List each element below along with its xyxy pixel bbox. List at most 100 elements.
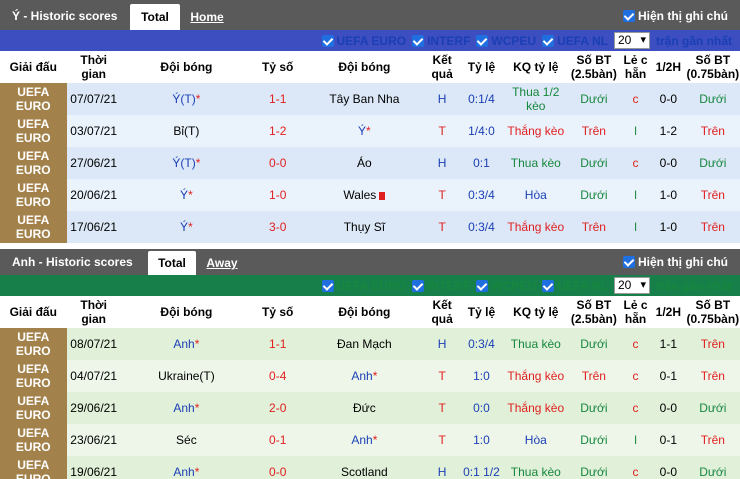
league-badge[interactable]: UEFA EURO [0, 115, 67, 147]
home-team[interactable]: Ý(T)* [121, 92, 252, 106]
england-title: Anh - Historic scores [12, 255, 133, 269]
checkbox-icon[interactable] [623, 256, 635, 268]
favorite-star: * [188, 188, 193, 202]
away-team[interactable]: Wales [303, 188, 425, 202]
team-name[interactable]: Anh [173, 401, 194, 415]
italy-count-select[interactable]: 20 [613, 32, 650, 49]
home-team[interactable]: Ukraine(T) [121, 369, 252, 383]
team-name[interactable]: Ý(T) [172, 92, 195, 106]
england-tab-away[interactable]: Away [200, 251, 244, 275]
match-date: 19/06/21 [70, 465, 118, 479]
team-name[interactable]: Áo [357, 156, 372, 170]
team-name[interactable]: Đan Mạch [337, 337, 392, 351]
away-team[interactable]: Anh* [303, 369, 425, 383]
england-show-comments[interactable]: Hiện thị ghi chú [623, 255, 728, 269]
match-score[interactable]: 1-1 [252, 92, 304, 106]
italy-filter-uefa-euro[interactable]: UEFA EURO [321, 34, 406, 48]
league-badge[interactable]: UEFA EURO [0, 424, 67, 456]
away-team[interactable]: Scotland [303, 465, 425, 479]
goals-075: Trên [700, 433, 725, 447]
half-score: 0-0 [659, 465, 677, 479]
team-name[interactable]: Tây Ban Nha [329, 92, 399, 106]
league-badge[interactable]: UEFA EURO [0, 211, 67, 243]
away-team[interactable]: Đức [303, 401, 425, 415]
league-badge[interactable]: UEFA EURO [0, 328, 67, 360]
away-team[interactable]: Tây Ban Nha [303, 92, 425, 106]
match-score[interactable]: 0-0 [252, 465, 304, 479]
italy-filter-uefa-nl[interactable]: UEFA NL [542, 34, 608, 48]
team-name[interactable]: Ý [180, 220, 188, 234]
away-team[interactable]: Đan Mạch [303, 337, 425, 351]
team-name[interactable]: Anh [173, 465, 194, 479]
league-badge[interactable]: UEFA EURO [0, 456, 67, 479]
italy-tab-home[interactable]: Home [184, 4, 230, 30]
italy-tab-total[interactable]: Total [130, 4, 180, 30]
col-half: 1/2H [655, 60, 681, 74]
away-team[interactable]: Áo [303, 156, 425, 170]
league-badge[interactable]: UEFA EURO [0, 147, 67, 179]
team-name[interactable]: Anh [351, 369, 372, 383]
team-name[interactable]: Thụy Sĩ [344, 220, 385, 234]
home-team[interactable]: Ý(T)* [121, 156, 252, 170]
league-badge[interactable]: UEFA EURO [0, 392, 67, 424]
home-team[interactable]: Anh* [121, 337, 252, 351]
filter-label: UEFA NL [557, 33, 608, 48]
checkbox-icon[interactable] [321, 279, 334, 292]
odds-value: 0:0 [473, 401, 490, 415]
col-away-team: Đội bóng [338, 305, 391, 319]
england-count-select[interactable]: 20 [613, 277, 650, 294]
home-team[interactable]: Ý* [121, 188, 252, 202]
team-name[interactable]: Đức [353, 401, 376, 415]
team-name[interactable]: Scotland [341, 465, 388, 479]
odds-result: Thua kèo [510, 337, 561, 351]
match-score[interactable]: 1-2 [252, 124, 304, 138]
match-score[interactable]: 1-1 [252, 337, 304, 351]
home-team[interactable]: Séc [121, 433, 252, 447]
checkbox-icon[interactable] [476, 279, 489, 292]
team-name[interactable]: Ý [358, 124, 366, 138]
england-filter-interf[interactable]: INTERF [412, 279, 470, 293]
checkbox-icon[interactable] [321, 34, 334, 47]
team-name[interactable]: Ý [180, 188, 188, 202]
team-name[interactable]: Wales [343, 188, 376, 202]
home-team[interactable]: Ý* [121, 220, 252, 234]
checkbox-icon[interactable] [412, 34, 425, 47]
league-badge[interactable]: UEFA EURO [0, 179, 67, 211]
odd-even: l [634, 220, 637, 234]
team-name[interactable]: Séc [176, 433, 197, 447]
team-name[interactable]: Ý(T) [172, 156, 195, 170]
favorite-star: * [194, 401, 200, 415]
away-team[interactable]: Ý* [303, 124, 425, 138]
team-name[interactable]: Anh [173, 337, 194, 351]
checkbox-icon[interactable] [542, 279, 555, 292]
home-team[interactable]: Anh* [121, 465, 252, 479]
away-team[interactable]: Thụy Sĩ [303, 220, 425, 234]
england-filter-uefa-euro[interactable]: UEFA EURO [321, 279, 406, 293]
goals-075: Trên [700, 337, 725, 351]
league-badge[interactable]: UEFA EURO [0, 83, 67, 115]
checkbox-icon[interactable] [542, 34, 555, 47]
home-team[interactable]: Anh* [121, 401, 252, 415]
league-badge[interactable]: UEFA EURO [0, 360, 67, 392]
checkbox-icon[interactable] [412, 279, 425, 292]
match-score[interactable]: 1-0 [252, 188, 304, 202]
goals-25: Dưới [580, 433, 608, 447]
checkbox-icon[interactable] [623, 10, 635, 22]
italy-show-comments[interactable]: Hiện thị ghi chú [623, 9, 728, 23]
checkbox-icon[interactable] [476, 34, 489, 47]
team-name[interactable]: Ukraine(T) [158, 369, 215, 383]
team-name[interactable]: Bỉ(T) [173, 124, 199, 138]
away-team[interactable]: Anh* [303, 433, 425, 447]
italy-filter-wcpeu[interactable]: WCPEU [476, 34, 536, 48]
match-score[interactable]: 0-4 [252, 369, 304, 383]
england-filter-wcpeu[interactable]: WCPEU [476, 279, 536, 293]
match-score[interactable]: 3-0 [252, 220, 304, 234]
team-name[interactable]: Anh [351, 433, 372, 447]
england-tab-total[interactable]: Total [148, 251, 196, 275]
home-team[interactable]: Bỉ(T) [121, 124, 252, 138]
match-score[interactable]: 2-0 [252, 401, 304, 415]
italy-filter-interf[interactable]: INTERF [412, 34, 470, 48]
match-score[interactable]: 0-1 [252, 433, 304, 447]
england-filter-uefa-nl[interactable]: UEFA NL [542, 279, 608, 293]
match-score[interactable]: 0-0 [252, 156, 304, 170]
